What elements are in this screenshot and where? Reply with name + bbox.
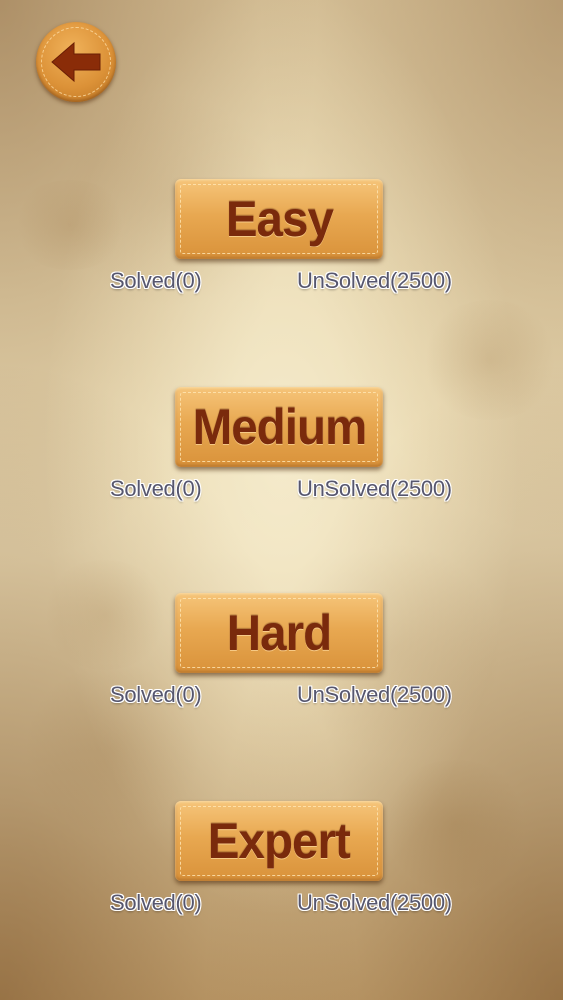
back-button[interactable] <box>36 22 116 102</box>
paper-stain <box>380 760 530 890</box>
arrow-left-icon <box>51 41 101 83</box>
medium-button-label: Medium <box>192 399 367 455</box>
easy-solved-count: Solved(0) <box>110 268 202 293</box>
hard-button[interactable]: Hard <box>175 593 383 673</box>
paper-stain <box>10 180 130 270</box>
hard-unsolved-count: UnSolved(2500) <box>297 682 452 707</box>
hard-solved-count: Solved(0) <box>110 682 202 707</box>
paper-stain <box>420 300 560 420</box>
expert-button-label: Expert <box>207 813 351 869</box>
easy-button[interactable]: Easy <box>175 179 383 259</box>
expert-solved-count: Solved(0) <box>110 890 202 915</box>
medium-button[interactable]: Medium <box>175 387 383 467</box>
medium-unsolved-count: UnSolved(2500) <box>297 476 452 501</box>
paper-stain <box>40 560 170 670</box>
expert-unsolved-count: UnSolved(2500) <box>297 890 452 915</box>
easy-unsolved-count: UnSolved(2500) <box>297 268 452 293</box>
expert-button[interactable]: Expert <box>175 801 383 881</box>
medium-solved-count: Solved(0) <box>110 476 202 501</box>
easy-button-label: Easy <box>225 191 333 247</box>
hard-button-label: Hard <box>226 605 332 661</box>
